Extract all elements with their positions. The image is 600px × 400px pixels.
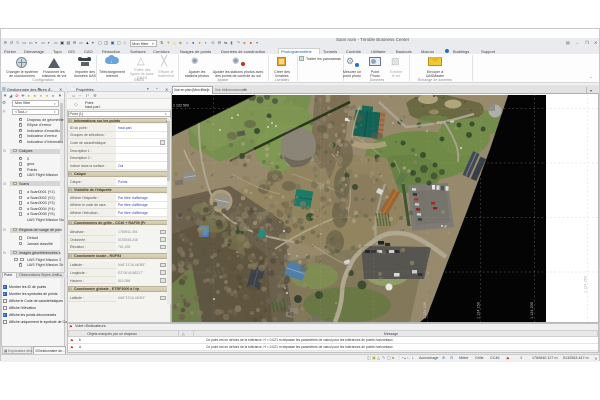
svg-text:1 124 150: 1 124 150	[476, 302, 480, 319]
svg-text:1 124 250: 1 124 250	[583, 276, 587, 293]
svg-text:1 124 100: 1 124 100	[423, 302, 427, 319]
svg-text:1 124 200: 1 124 200	[530, 302, 534, 319]
svg-text:1 122 500: 1 122 500	[173, 104, 189, 108]
